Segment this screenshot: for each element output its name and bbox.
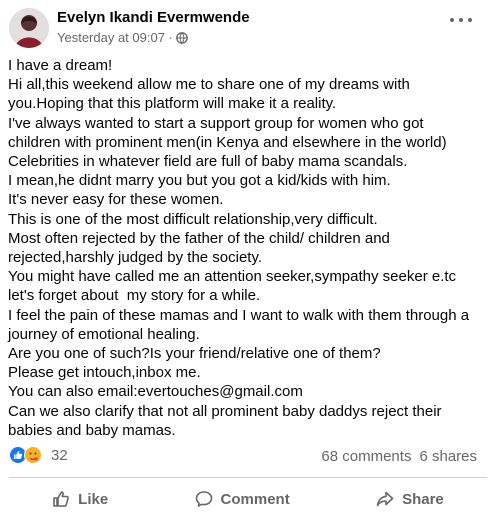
- comment-label: Comment: [220, 490, 290, 508]
- post-line: This is one of the most difficult relati…: [8, 210, 378, 228]
- comments-count[interactable]: 68 comments: [321, 448, 411, 465]
- post-line: rejected,harshly judged by the society.: [8, 249, 263, 267]
- share-icon: [376, 491, 394, 507]
- avatar[interactable]: [9, 8, 49, 48]
- like-button[interactable]: Like: [52, 490, 108, 508]
- facebook-post: Evelyn Ikandi Evermwende Yesterday at 09…: [0, 0, 496, 508]
- engagement-stats: 68 comments 6 shares: [321, 448, 477, 465]
- post-line: let's forget about my story for a while.: [8, 287, 261, 305]
- dot: [459, 18, 463, 22]
- post-line: you.Hoping that this platform will make …: [8, 95, 337, 113]
- post-line: Most often rejected by the father of the…: [8, 229, 390, 247]
- reaction-icons: [9, 446, 42, 464]
- divider: [9, 477, 487, 478]
- care-reaction-icon: [24, 446, 42, 464]
- post-line: I've always wanted to start a support gr…: [8, 114, 424, 132]
- globe-icon[interactable]: [176, 31, 188, 44]
- post-line: Are you one of such?Is your friend/relat…: [8, 345, 381, 363]
- post-line: babies and baby mamas.: [8, 421, 176, 439]
- thumbs-up-icon: [53, 491, 70, 507]
- post-line: journey of emotional healing.: [8, 325, 200, 343]
- dot: [450, 18, 454, 22]
- share-button[interactable]: Share: [376, 490, 444, 508]
- share-label: Share: [402, 490, 444, 508]
- like-label: Like: [78, 490, 109, 508]
- post-line: I feel the pain of these mamas and I wan…: [8, 306, 470, 324]
- post-line: I mean,he didnt marry you but you got a …: [8, 172, 391, 190]
- reactions-summary[interactable]: 32: [9, 446, 68, 464]
- post-line: It's never easy for these women.: [8, 191, 224, 209]
- comment-button[interactable]: Comment: [195, 490, 290, 508]
- post-timestamp[interactable]: Yesterday at 09:07 ·: [57, 30, 173, 45]
- post-line: children with prominent men(in Kenya and…: [8, 133, 447, 151]
- shares-count[interactable]: 6 shares: [419, 448, 477, 465]
- dot: [468, 18, 472, 22]
- post-meta: Yesterday at 09:07 ·: [57, 30, 188, 45]
- more-options-icon[interactable]: [450, 14, 472, 26]
- author-name[interactable]: Evelyn Ikandi Evermwende: [57, 9, 250, 26]
- post-line: Celebrities in whatever field are full o…: [8, 153, 408, 171]
- profile-photo: [9, 8, 49, 48]
- reaction-count: 32: [51, 446, 68, 464]
- post-line: You can also email:evertouches@gmail.com: [8, 383, 303, 401]
- post-body: I have a dream! Hi all,this weekend allo…: [8, 56, 490, 440]
- post-line: Can we also clarify that not all promine…: [8, 402, 442, 420]
- post-actions: Like Comment Share: [9, 484, 487, 514]
- post-line: I have a dream!: [8, 57, 113, 74]
- post-line: Please get intouch,inbox me.: [8, 364, 201, 382]
- post-line: You might have called me an attention se…: [8, 268, 457, 286]
- comment-icon: [195, 491, 212, 507]
- post-line: Hi all,this weekend allow me to share on…: [8, 76, 410, 94]
